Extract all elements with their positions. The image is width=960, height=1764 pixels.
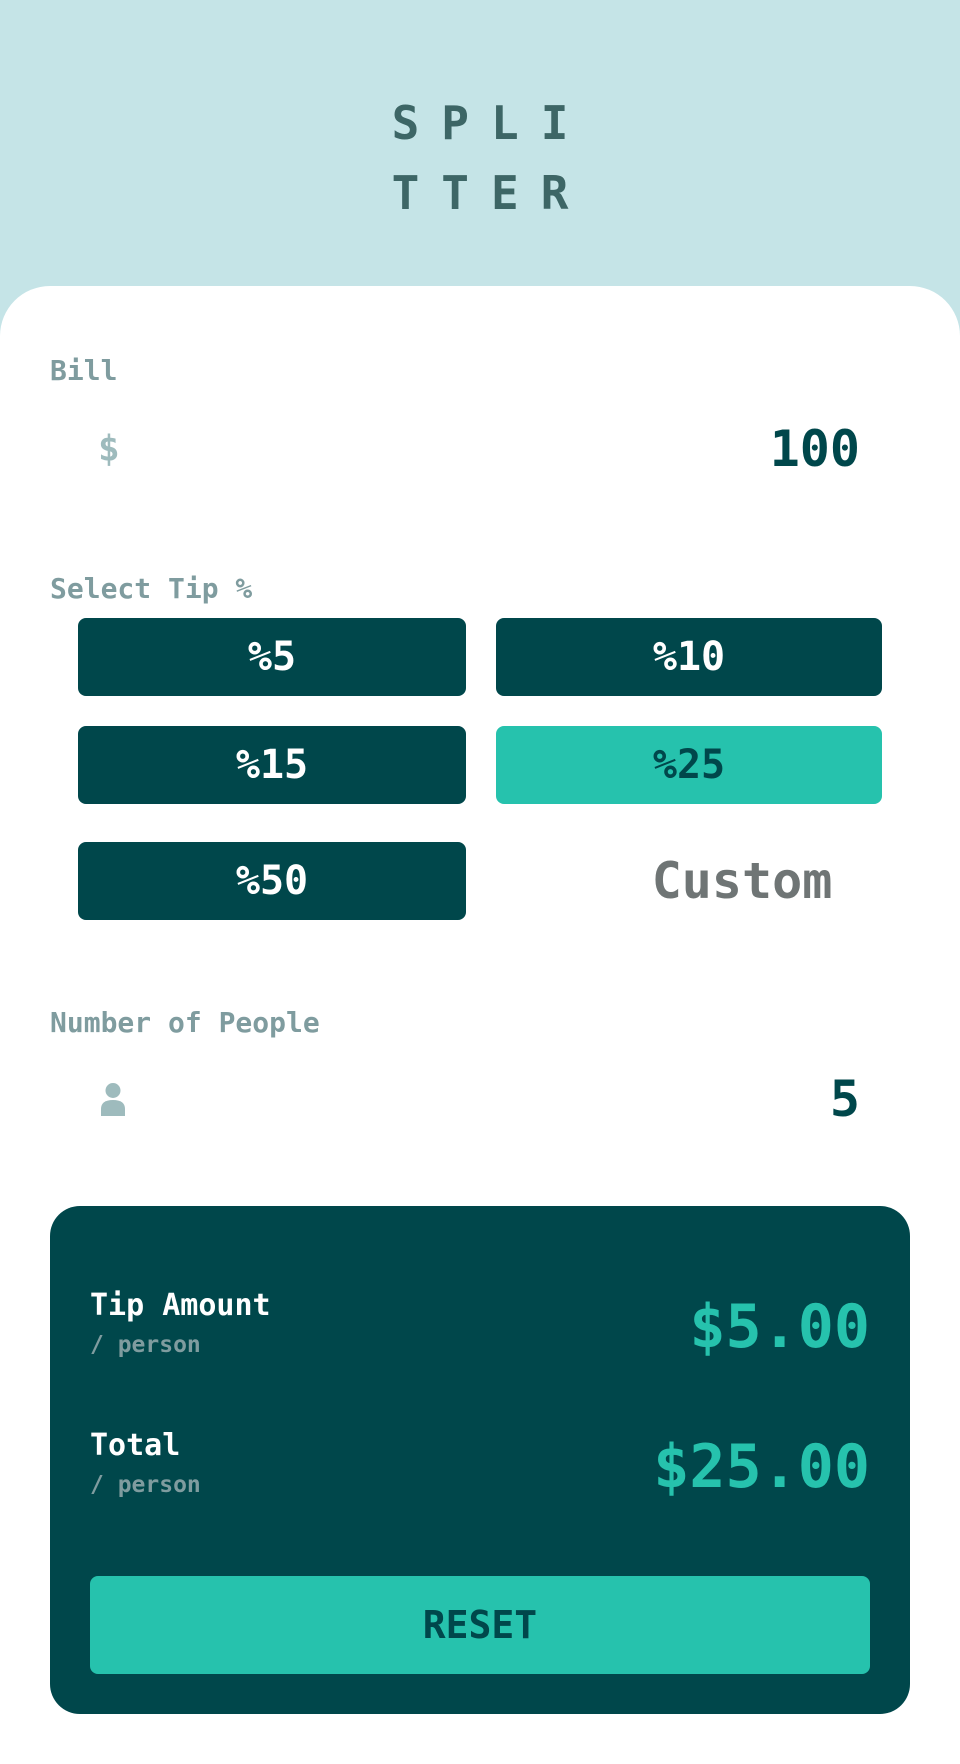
logo-line-2: TTER <box>391 166 591 220</box>
reset-button[interactable]: RESET <box>90 1576 870 1674</box>
calculator-card: Bill $ 100 Select Tip % %5 %10 %15 %25 %… <box>0 286 960 1764</box>
tip-50-button[interactable]: %50 <box>78 842 466 920</box>
tip-amount-sub: / person <box>90 1332 201 1358</box>
person-icon <box>101 1083 125 1116</box>
total-title: Total <box>90 1428 181 1463</box>
people-label: Number of People <box>50 1006 320 1039</box>
total-value: $25.00 <box>653 1432 870 1502</box>
tip-25-button[interactable]: %25 <box>496 726 882 804</box>
tip-label: Select Tip % <box>50 572 253 605</box>
tip-10-button[interactable]: %10 <box>496 618 882 696</box>
tip-amount-title: Tip Amount <box>90 1288 271 1323</box>
total-sub: / person <box>90 1472 201 1498</box>
logo-line-1: SPLI <box>391 96 591 150</box>
bill-value[interactable]: 100 <box>770 420 860 478</box>
people-value[interactable]: 5 <box>830 1070 860 1128</box>
app-logo: SPLI TTER <box>0 88 960 228</box>
tip-15-button[interactable]: %15 <box>78 726 466 804</box>
bill-label: Bill <box>50 354 118 387</box>
people-input[interactable]: 5 <box>50 1054 910 1144</box>
custom-tip-input[interactable]: Custom <box>496 842 882 920</box>
tip-5-button[interactable]: %5 <box>78 618 466 696</box>
dollar-icon: $ <box>98 428 120 470</box>
result-panel: Tip Amount / person $5.00 Total / person… <box>50 1206 910 1714</box>
tip-amount-value: $5.00 <box>689 1292 870 1362</box>
splitter-app: SPLI TTER Bill $ 100 Select Tip % %5 %10… <box>0 0 960 1764</box>
bill-input[interactable]: $ 100 <box>50 404 910 494</box>
